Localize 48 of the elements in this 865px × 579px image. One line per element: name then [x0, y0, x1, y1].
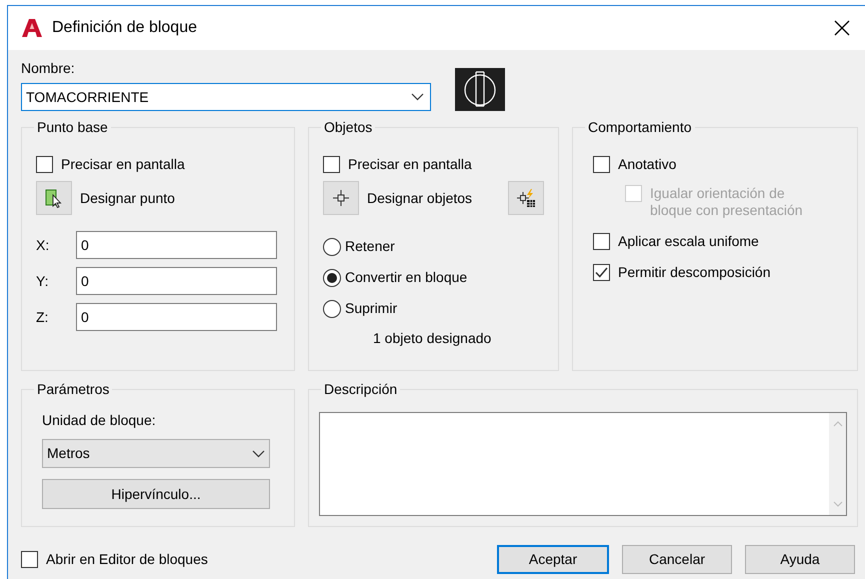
checkbox[interactable]: [593, 264, 610, 281]
coordinate-field[interactable]: 0: [76, 267, 277, 295]
checkbox-label[interactable]: Anotativo: [618, 156, 676, 173]
coord-label: Z:: [36, 308, 50, 326]
chevron-icon: [252, 450, 265, 458]
button-label: Designar objetos: [367, 188, 472, 208]
pick-point-button[interactable]: [36, 181, 72, 215]
hyperlink-button[interactable]: Hipervínculo...: [42, 479, 270, 509]
field-label: Unidad de bloque:: [42, 411, 157, 430]
checkbox-label[interactable]: Precisar en pantalla: [348, 156, 472, 173]
coordinate-field[interactable]: 0: [76, 231, 277, 259]
checkbox[interactable]: [36, 156, 53, 173]
button-label: Designar punto: [80, 188, 175, 208]
select-objects-button[interactable]: [323, 181, 359, 215]
dialog-button[interactable]: Ayuda: [745, 545, 855, 574]
selection-status: 1 objeto designado: [372, 329, 492, 348]
radio-button[interactable]: [323, 268, 341, 286]
app-logo-icon: [22, 19, 42, 37]
dialog-button[interactable]: Aceptar: [497, 545, 609, 574]
coord-label: X:: [36, 236, 50, 254]
radio-label[interactable]: Convertir en bloque: [345, 267, 468, 288]
block-preview-icon: [455, 68, 505, 111]
quick-select-button[interactable]: [508, 181, 544, 215]
checkbox-label[interactable]: Permitir descomposición: [618, 264, 770, 281]
dialog-button[interactable]: Cancelar: [622, 545, 732, 574]
quick-select-icon: [516, 188, 536, 208]
crosshair-icon: [332, 189, 350, 207]
close-icon: [834, 20, 850, 36]
coordinate-field[interactable]: 0: [76, 303, 277, 331]
chevron-icon: [411, 93, 424, 101]
checkbox[interactable]: [21, 551, 38, 568]
unit-dropdown[interactable]: Metros: [42, 439, 270, 468]
cursor-icon: [44, 188, 64, 208]
checkbox-label[interactable]: Abrir en Editor de bloques: [46, 551, 208, 568]
coord-label: Y:: [36, 272, 50, 290]
radio-label[interactable]: Retener: [345, 236, 395, 257]
checkbox[interactable]: [323, 156, 340, 173]
window-title: Definición de bloque: [52, 18, 197, 38]
checkbox-label[interactable]: Precisar en pantalla: [61, 156, 185, 173]
radio-button[interactable]: [323, 238, 341, 256]
radio-label[interactable]: Suprimir: [345, 298, 398, 319]
checkbox-label[interactable]: Aplicar escala unifome: [618, 233, 759, 250]
checkbox[interactable]: [593, 233, 610, 250]
description-field[interactable]: [319, 412, 847, 516]
radio-button[interactable]: [323, 300, 341, 318]
name-combo[interactable]: TOMACORRIENTE: [21, 83, 431, 111]
field-label: Nombre:: [21, 59, 76, 78]
checkbox[interactable]: [593, 156, 610, 173]
